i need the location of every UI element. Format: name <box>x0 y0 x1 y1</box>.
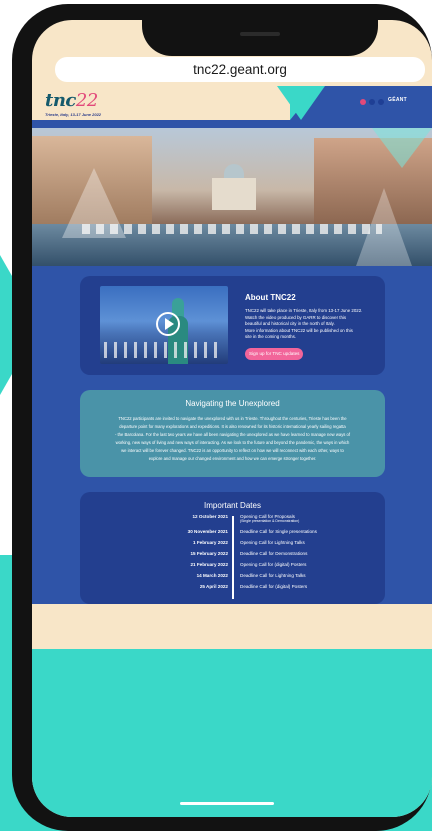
about-line: Watch the video produced by GARR to disc… <box>245 314 347 320</box>
navigating-line: we interact will be forever changed. TNC… <box>121 448 344 453</box>
about-text: TNC22 will take place in Trieste, Italy … <box>245 308 377 341</box>
date-event: Opening Call for Proposals (Single prese… <box>240 514 299 523</box>
blue-dot-icon <box>369 99 375 105</box>
site-header: tnc22 Trieste, Italy, 13-17 June 2022 GÉ… <box>32 86 432 120</box>
signup-button[interactable]: Sign up for TNC updates <box>245 348 304 360</box>
home-indicator[interactable] <box>180 802 274 805</box>
screen-teal-area <box>32 649 432 817</box>
date-event: Deadline Call for Single presentations <box>240 529 317 534</box>
about-line: TNC22 will take place in Trieste, Italy … <box>245 308 363 313</box>
about-card: About TNC22 TNC22 will take place in Tri… <box>80 276 385 375</box>
navigating-line: working, new ways of living and new ways… <box>115 440 350 445</box>
navigating-line: explore and manage our changed environme… <box>148 456 317 461</box>
phone-frame: tnc22.geant.org tnc22 Trieste, Italy, 13… <box>12 4 432 831</box>
logo-subtitle: Trieste, Italy, 13-17 June 2022 <box>45 112 102 117</box>
navigating-title: Navigating the Unexplored <box>185 399 280 408</box>
navigating-line: TNC22 participants are invited to naviga… <box>118 416 347 421</box>
date-event: Deadline Call for Demonstrations <box>240 551 308 556</box>
dates-divider <box>232 516 234 599</box>
date-event: Opening Call for Lightning Talks <box>240 540 305 545</box>
about-title: About TNC22 <box>245 293 296 302</box>
hero-triangle <box>356 188 412 266</box>
logo-text: tnc <box>45 90 76 111</box>
hero-boats <box>82 224 382 234</box>
geant-logo[interactable]: GÉANT <box>388 97 407 103</box>
dates-title: Important Dates <box>204 501 261 510</box>
date-value: 12 October 2021 <box>192 514 229 519</box>
navigating-line: departure point for many explorations an… <box>119 424 346 429</box>
hero-church <box>212 178 256 210</box>
speaker-icon <box>240 32 280 36</box>
date-value: 30 November 2021 <box>187 529 228 534</box>
date-event: Opening Call for (digital) Posters <box>240 562 307 567</box>
about-line: More information about TNC22 will be pub… <box>245 327 353 333</box>
logo-number: 22 <box>75 90 98 111</box>
header-triangle-2 <box>290 86 318 120</box>
navigating-card: Navigating the Unexplored TNC22 particip… <box>80 390 385 477</box>
blue-dot-icon <box>378 99 384 105</box>
header-divider <box>32 120 432 128</box>
dates-card: Important Dates 12 October 2021 Opening … <box>80 492 385 604</box>
trieste-video[interactable] <box>100 286 228 364</box>
hero-triangle <box>372 128 432 168</box>
date-value: 25 April 2022 <box>199 584 228 589</box>
date-value: 14 March 2022 <box>196 573 228 578</box>
hero-image <box>32 128 432 266</box>
date-value: 15 February 2022 <box>190 551 228 556</box>
about-line: site in the coming months. <box>245 334 297 340</box>
pink-dot-icon <box>360 99 366 105</box>
play-icon[interactable] <box>156 312 180 336</box>
video-sails <box>104 342 224 358</box>
date-value: 1 February 2022 <box>193 540 228 545</box>
date-event: Deadline Call for Lightning Talks <box>240 573 306 578</box>
footer-area <box>32 604 432 649</box>
date-event-note: (Single presentation & Demonstration) <box>240 519 300 523</box>
navigating-line: - the Barcolana. For the last two years … <box>114 432 351 437</box>
date-event: Deadline Call for (digital) Posters <box>240 584 308 589</box>
phone-notch <box>142 20 378 56</box>
phone-screen: tnc22.geant.org tnc22 Trieste, Italy, 13… <box>32 20 432 817</box>
hero-triangle <box>62 168 126 238</box>
brand-dots <box>360 99 384 105</box>
date-value: 21 February 2022 <box>190 562 228 567</box>
tnc22-logo[interactable]: tnc22 <box>45 90 98 111</box>
url-text: tnc22.geant.org <box>193 62 287 77</box>
about-line: beautiful and historical city in the nor… <box>245 321 335 327</box>
navigating-text: TNC22 participants are invited to naviga… <box>98 415 367 463</box>
main-content: About TNC22 TNC22 will take place in Tri… <box>32 266 432 604</box>
url-bar[interactable]: tnc22.geant.org <box>55 57 425 82</box>
stage: tnc22.geant.org tnc22 Trieste, Italy, 13… <box>0 0 432 831</box>
